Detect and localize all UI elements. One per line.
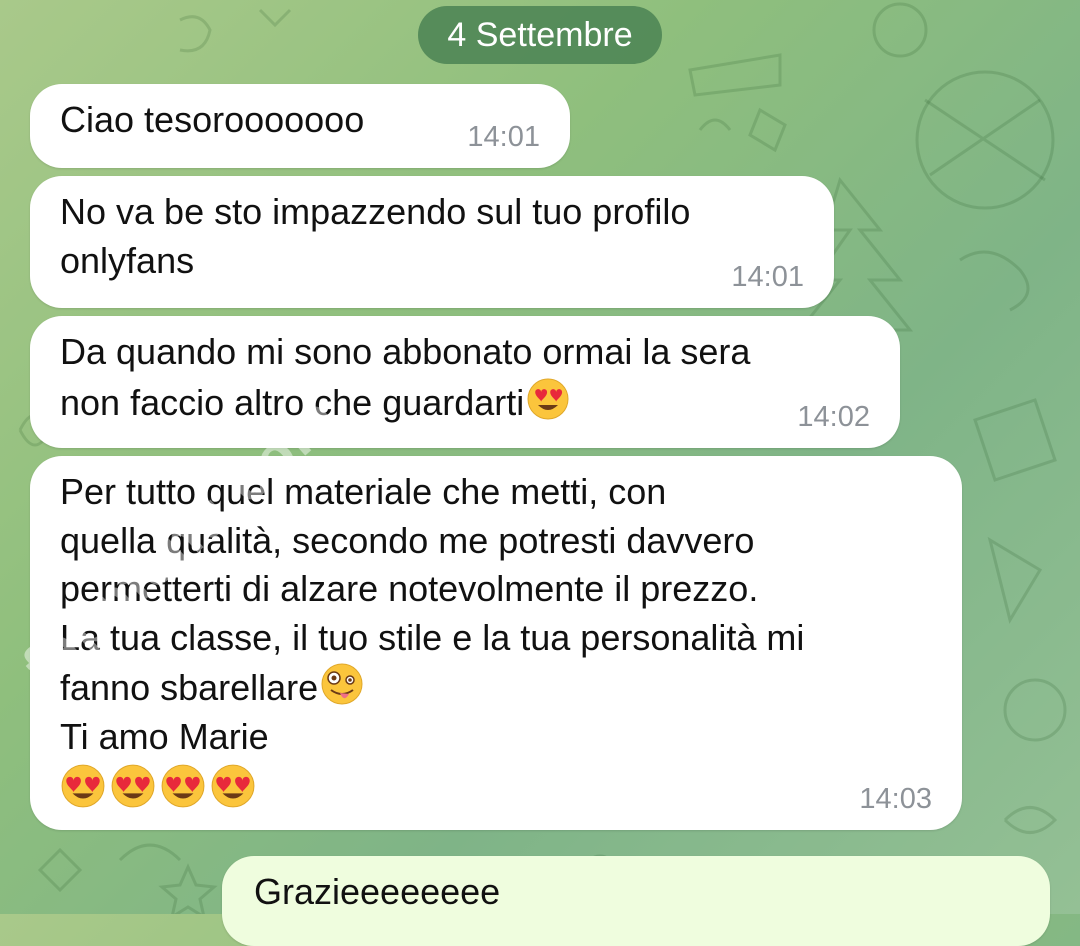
message-timestamp: 14:02 [797, 401, 870, 433]
zany-face-emoji [321, 663, 363, 705]
emoji-row [60, 763, 932, 809]
message-text: Da quando mi sono abbonato ormai la sera… [60, 328, 870, 427]
message-bubble-incoming[interactable]: Per tutto quel materiale che metti, con … [30, 456, 962, 830]
heart-eyes-emoji [211, 764, 255, 808]
message-timestamp: 14:01 [467, 121, 540, 153]
message-text: Grazieeeeeeee [254, 871, 501, 912]
message-bubble-incoming[interactable]: Da quando mi sono abbonato ormai la sera… [30, 316, 900, 448]
message-text: Per tutto quel materiale che metti, con … [60, 468, 932, 761]
message-bubble-incoming[interactable]: No va be sto impazzendo sul tuo profilo … [30, 176, 834, 308]
heart-eyes-emoji [527, 378, 569, 419]
message-bubble-outgoing[interactable]: Grazieeeeeeee [222, 856, 1050, 946]
heart-eyes-emoji [111, 764, 155, 808]
message-text-body: Da quando mi sono abbonato ormai la sera… [60, 331, 751, 423]
date-separator: 4 Settembre [418, 6, 662, 64]
message-text: No va be sto impazzendo sul tuo profilo … [60, 191, 691, 281]
heart-eyes-emoji [161, 764, 205, 808]
heart-eyes-emoji [61, 764, 105, 808]
message-text-body: Per tutto quel materiale che metti, con … [60, 471, 805, 708]
message-bubble-incoming[interactable]: Ciao tesorooooooo 14:01 [30, 84, 570, 168]
message-timestamp: 14:03 [859, 783, 932, 815]
message-timestamp: 14:01 [731, 261, 804, 293]
message-text-closing: Ti amo Marie [60, 715, 269, 757]
